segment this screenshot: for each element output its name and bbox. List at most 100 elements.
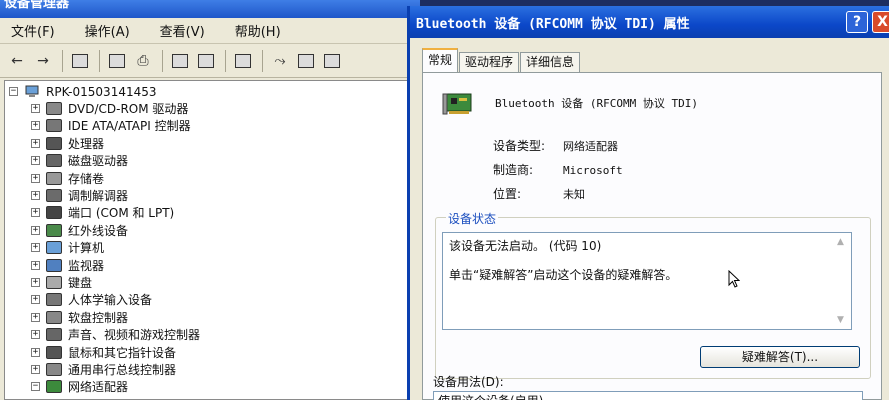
tree-item[interactable]: + 磁盘驱动器 bbox=[31, 152, 128, 169]
tree-item[interactable]: + 软盘控制器 bbox=[31, 309, 128, 326]
device-status-label: 设备状态 bbox=[446, 210, 499, 227]
tree-item[interactable]: + 键盘 bbox=[31, 274, 92, 291]
close-button[interactable]: X bbox=[872, 11, 889, 33]
tree-item[interactable]: + 人体学输入设备 bbox=[31, 291, 152, 308]
tab-driver[interactable]: 驱动程序 bbox=[459, 52, 520, 72]
update-driver-icon[interactable]: ⤳ bbox=[269, 50, 291, 72]
tree-item[interactable]: + 鼠标和其它指针设备 bbox=[31, 344, 176, 361]
help-button[interactable]: ? bbox=[846, 11, 868, 33]
tree-root-label: RPK-01503141453 bbox=[46, 84, 157, 99]
properties-titlebar[interactable]: Bluetooth 设备 (RFCOMM 协议 TDI) 属性 bbox=[410, 6, 889, 38]
tab-details[interactable]: 详细信息 bbox=[520, 52, 581, 72]
tree-item[interactable]: + 调制解调器 bbox=[31, 187, 128, 204]
uninstall-device-icon[interactable] bbox=[321, 50, 343, 72]
tree-item[interactable]: + 监视器 bbox=[31, 257, 104, 274]
toolbar-separator bbox=[62, 49, 63, 72]
manufacturer-row: 制造商: Microsoft bbox=[493, 161, 623, 178]
back-arrow-icon[interactable]: ← bbox=[6, 50, 28, 72]
collapse-icon[interactable]: − bbox=[9, 87, 18, 96]
tree-item[interactable]: + 通用串行总线控制器 bbox=[31, 361, 176, 378]
properties-dialog: Bluetooth 设备 (RFCOMM 协议 TDI) 属性 ? X 常规 驱… bbox=[407, 6, 889, 400]
expand-icon[interactable]: + bbox=[31, 330, 40, 340]
menu-view[interactable]: 查看(V) bbox=[157, 19, 208, 42]
device-manager-title: 设备管理器 bbox=[4, 0, 70, 11]
device-tree[interactable]: − RPK-01503141453 + DVD/CD-ROM 驱动器 + IDE AT… bbox=[4, 80, 410, 400]
device-usage-label: 设备用法(D): bbox=[433, 375, 504, 389]
tree-item[interactable]: + 计算机 bbox=[31, 239, 104, 256]
expand-icon[interactable]: + bbox=[31, 156, 40, 166]
mouse-pointer-icon bbox=[728, 270, 740, 288]
tree-item-label: 人体学输入设备 bbox=[68, 293, 153, 308]
scroll-down-icon[interactable]: ▼ bbox=[837, 315, 844, 325]
details-view-icon[interactable] bbox=[195, 50, 217, 72]
device-status-textbox[interactable]: 该设备无法启动。 (代码 10) 单击“疑难解答”启动这个设备的疑难解答。 ▲ … bbox=[442, 232, 852, 330]
modem-icon bbox=[46, 189, 62, 202]
infrared-icon bbox=[46, 223, 62, 237]
expand-icon[interactable]: + bbox=[31, 104, 40, 113]
usb-icon bbox=[46, 363, 62, 376]
menu-action[interactable]: 操作(A) bbox=[82, 19, 133, 42]
tree-item[interactable]: + IDE ATA/ATAPI 控制器 bbox=[31, 117, 191, 134]
expand-icon[interactable]: + bbox=[31, 278, 40, 287]
help-topic-icon[interactable] bbox=[169, 50, 191, 72]
device-name: Bluetooth 设备 (RFCOMM 协议 TDI) bbox=[495, 97, 698, 110]
toolbar-separator bbox=[99, 49, 100, 72]
menu-file[interactable]: 文件(F) bbox=[8, 19, 58, 42]
expand-icon[interactable]: + bbox=[31, 191, 40, 200]
tree-item[interactable]: − 网络适配器 bbox=[31, 378, 128, 395]
tree-root[interactable]: − RPK-01503141453 bbox=[9, 83, 157, 100]
menu-help[interactable]: 帮助(H) bbox=[232, 19, 284, 42]
computer-icon bbox=[25, 85, 39, 97]
ide-icon bbox=[46, 119, 62, 133]
print-icon[interactable]: ⎙ bbox=[132, 50, 154, 72]
device-type-row: 设备类型: 网络适配器 bbox=[493, 137, 618, 154]
expand-icon[interactable]: + bbox=[31, 243, 40, 253]
properties-title: Bluetooth 设备 (RFCOMM 协议 TDI) 属性 bbox=[416, 16, 690, 32]
properties-icon[interactable] bbox=[106, 50, 128, 72]
expand-icon[interactable]: + bbox=[31, 208, 40, 218]
expand-icon[interactable]: + bbox=[31, 295, 40, 305]
cpu-icon bbox=[46, 136, 62, 150]
status-line-1: 该设备无法启动。 (代码 10) bbox=[449, 239, 602, 253]
show-hide-tree-icon[interactable] bbox=[69, 50, 91, 72]
tree-item[interactable]: + 存储卷 bbox=[31, 170, 104, 187]
location-value: 未知 bbox=[563, 188, 585, 201]
tree-item-label: 调制解调器 bbox=[68, 189, 129, 203]
scan-hardware-icon[interactable] bbox=[232, 50, 254, 72]
forward-arrow-icon[interactable]: → bbox=[32, 50, 54, 72]
mouse-icon bbox=[46, 345, 62, 359]
disk-icon bbox=[46, 154, 62, 168]
tree-item-label: 通用串行总线控制器 bbox=[68, 363, 177, 377]
troubleshoot-button[interactable]: 疑难解答(T)... bbox=[700, 346, 860, 368]
collapse-icon[interactable]: − bbox=[31, 382, 40, 392]
expand-icon[interactable]: + bbox=[31, 312, 40, 322]
expand-icon[interactable]: + bbox=[31, 365, 40, 374]
tab-general[interactable]: 常规 bbox=[422, 48, 459, 72]
tree-item[interactable]: + 端口 (COM 和 LPT) bbox=[31, 204, 174, 221]
tree-item-label: 端口 (COM 和 LPT) bbox=[68, 206, 175, 221]
tree-item[interactable]: + 声音、视频和游戏控制器 bbox=[31, 326, 200, 343]
location-label: 位置: bbox=[493, 187, 522, 201]
expand-icon[interactable]: + bbox=[31, 347, 40, 357]
expand-icon[interactable]: + bbox=[31, 138, 40, 148]
expand-icon[interactable]: + bbox=[31, 173, 40, 183]
tree-item-label: 软盘控制器 bbox=[68, 310, 129, 325]
tree-item-label: 声音、视频和游戏控制器 bbox=[68, 328, 201, 343]
expand-icon[interactable]: + bbox=[31, 225, 40, 235]
tree-item[interactable]: + 红外线设备 bbox=[31, 222, 128, 239]
device-type-label: 设备类型: bbox=[493, 139, 546, 153]
expand-icon[interactable]: + bbox=[31, 260, 40, 270]
device-type-value: 网络适配器 bbox=[563, 140, 618, 153]
toolbar: ← → ⎙ ⤳ bbox=[0, 44, 420, 78]
device-manager-titlebar[interactable]: 设备管理器 bbox=[0, 0, 420, 18]
disable-device-icon[interactable] bbox=[295, 50, 317, 72]
tree-item[interactable]: + DVD/CD-ROM 驱动器 bbox=[31, 100, 188, 117]
tree-item-label: DVD/CD-ROM 驱动器 bbox=[68, 102, 189, 116]
scrollbar[interactable]: ▲ ▼ bbox=[837, 237, 847, 325]
device-usage-select[interactable]: 使用这个设备(启用) bbox=[433, 391, 863, 400]
expand-icon[interactable]: + bbox=[31, 121, 40, 131]
tree-item[interactable]: + 处理器 bbox=[31, 135, 104, 152]
network-icon bbox=[46, 380, 62, 394]
tree-item-label: 监视器 bbox=[68, 258, 105, 273]
scroll-up-icon[interactable]: ▲ bbox=[837, 237, 847, 247]
